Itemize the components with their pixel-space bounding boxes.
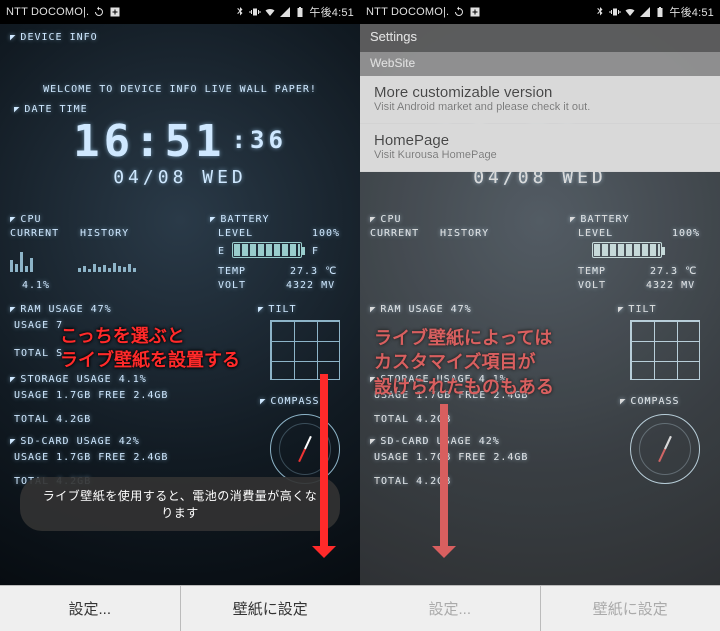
annotation-arrow-left: [320, 374, 328, 554]
refresh-icon: [453, 6, 465, 18]
bluetooth-icon: [594, 6, 606, 18]
status-bar: NTT DOCOMO|. 午後4:51: [360, 0, 720, 24]
bottom-bar: 設定... 壁紙に設定: [360, 585, 720, 631]
status-bar: NTT DOCOMO|. 午後4:51: [0, 0, 360, 24]
signal-icon: [279, 6, 291, 18]
tilt-hdr: TILT: [258, 304, 297, 315]
settings-panel: Settings WebSite More customizable versi…: [360, 24, 720, 172]
sd-line: USAGE 1.7GB FREE 2.4GB: [374, 452, 528, 463]
battery-status-icon: [654, 6, 666, 18]
phone-left: NTT DOCOMO|. 午後4:51 DEVICE INFO WELCOME …: [0, 0, 360, 631]
plus-box-icon: [109, 6, 121, 18]
cpu-hdr: CPU: [370, 214, 401, 225]
ram-usage: USAGE 7: [14, 320, 63, 331]
vibrate-icon: [249, 6, 261, 18]
battery-hdr: BATTERY: [210, 214, 270, 225]
settings-header: Settings: [360, 24, 720, 52]
compass-hdr: COMPASS: [260, 396, 320, 407]
battery-hdr: BATTERY: [570, 214, 630, 225]
settings-item-more-customizable[interactable]: More customizable version Visit Android …: [360, 76, 720, 124]
battery-status-icon: [294, 6, 306, 18]
sd-line: USAGE 1.7GB FREE 2.4GB: [14, 452, 168, 463]
batt-temp: 27.3 ℃: [650, 266, 697, 277]
tilt-hdr: TILT: [618, 304, 657, 315]
set-wallpaper-button[interactable]: 壁紙に設定: [181, 586, 361, 631]
batt-volt-lbl: VOLT: [578, 280, 606, 291]
sd-hdr: SD-CARD USAGE 42%: [10, 436, 140, 447]
wifi-icon: [624, 6, 636, 18]
date-time-hdr: DATE TIME: [14, 104, 88, 115]
settings-item-sub: Visit Android market and please check it…: [374, 101, 706, 113]
compass-dial: [630, 414, 700, 484]
phone-right: NTT DOCOMO|. 午後4:51 16:51:40 04/08 WED C…: [360, 0, 720, 631]
batt-shell: [592, 242, 662, 258]
refresh-icon: [93, 6, 105, 18]
bottom-bar: 設定... 壁紙に設定: [0, 585, 360, 631]
carrier-label: NTT DOCOMO|.: [366, 6, 449, 18]
settings-button[interactable]: 設定...: [0, 586, 181, 631]
ram-total: TOTAL S: [14, 348, 63, 359]
tilt-grid: [630, 320, 700, 380]
settings-item-title: More customizable version: [374, 84, 706, 101]
storage-line: USAGE 1.7GB FREE 2.4GB: [14, 390, 168, 401]
batt-level: 100%: [672, 228, 700, 239]
cpu-bars: [10, 242, 33, 272]
batt-volt-lbl: VOLT: [218, 280, 246, 291]
tilt-grid: [270, 320, 340, 380]
batt-volt: 4322 MV: [286, 280, 335, 291]
set-wallpaper-button[interactable]: 壁紙に設定: [541, 586, 720, 631]
batt-E: E: [218, 246, 225, 257]
cpu-current-lbl: CURRENT: [10, 228, 59, 239]
wifi-icon: [264, 6, 276, 18]
annotation-arrow-right: [440, 404, 448, 554]
wallpaper-preview: DEVICE INFO WELCOME TO DEVICE INFO LIVE …: [0, 24, 360, 585]
batt-level-lbl: LEVEL: [218, 228, 253, 239]
ram-hdr: RAM USAGE 47%: [370, 304, 472, 315]
cpu-history-bars: [78, 242, 136, 272]
batt-temp-lbl: TEMP: [578, 266, 606, 277]
annotation-right: ライブ壁紙によっては カスタマイズ項目が 設けられたものもある: [374, 326, 554, 399]
settings-item-homepage[interactable]: HomePage Visit Kurousa HomePage: [360, 124, 720, 172]
cpu-current-lbl: CURRENT: [370, 228, 419, 239]
device-info-hdr: DEVICE INFO: [10, 32, 98, 43]
sd-hdr: SD-CARD USAGE 42%: [370, 436, 500, 447]
signal-icon: [639, 6, 651, 18]
storage-total: TOTAL 4.2GB: [14, 414, 91, 425]
compass-dial: [270, 414, 340, 484]
batt-level-lbl: LEVEL: [578, 228, 613, 239]
carrier-label: NTT DOCOMO|.: [6, 6, 89, 18]
cpu-history-lbl: HISTORY: [440, 228, 489, 239]
cpu-hdr: CPU: [10, 214, 41, 225]
storage-hdr: STORAGE USAGE 4.1%: [10, 374, 147, 385]
batt-level: 100%: [312, 228, 340, 239]
cpu-pct: 4.1%: [22, 280, 50, 291]
ram-hdr: RAM USAGE 47%: [10, 304, 112, 315]
annotation-left: こっちを選ぶと ライブ壁紙を設置する: [60, 324, 240, 373]
battery-warning-toast: ライブ壁紙を使用すると、電池の消費量が高くなります: [20, 477, 340, 531]
compass-hdr: COMPASS: [620, 396, 680, 407]
settings-item-sub: Visit Kurousa HomePage: [374, 149, 706, 161]
batt-temp-lbl: TEMP: [218, 266, 246, 277]
plus-box-icon: [469, 6, 481, 18]
settings-button[interactable]: 設定...: [360, 586, 541, 631]
settings-item-title: HomePage: [374, 132, 706, 149]
settings-category-website: WebSite: [360, 52, 720, 76]
wallpaper-preview: 16:51:40 04/08 WED CPU CURRENT HISTORY B…: [360, 24, 720, 585]
vibrate-icon: [609, 6, 621, 18]
batt-F: F: [312, 246, 319, 257]
big-clock: 16:51:36 04/08 WED: [0, 116, 360, 188]
status-clock: 午後4:51: [669, 4, 714, 20]
batt-temp: 27.3 ℃: [290, 266, 337, 277]
status-clock: 午後4:51: [309, 4, 354, 20]
welcome-line: WELCOME TO DEVICE INFO LIVE WALL PAPER!: [0, 84, 360, 95]
bluetooth-icon: [234, 6, 246, 18]
batt-volt: 4322 MV: [646, 280, 695, 291]
cpu-history-lbl: HISTORY: [80, 228, 129, 239]
batt-shell: [232, 242, 302, 258]
